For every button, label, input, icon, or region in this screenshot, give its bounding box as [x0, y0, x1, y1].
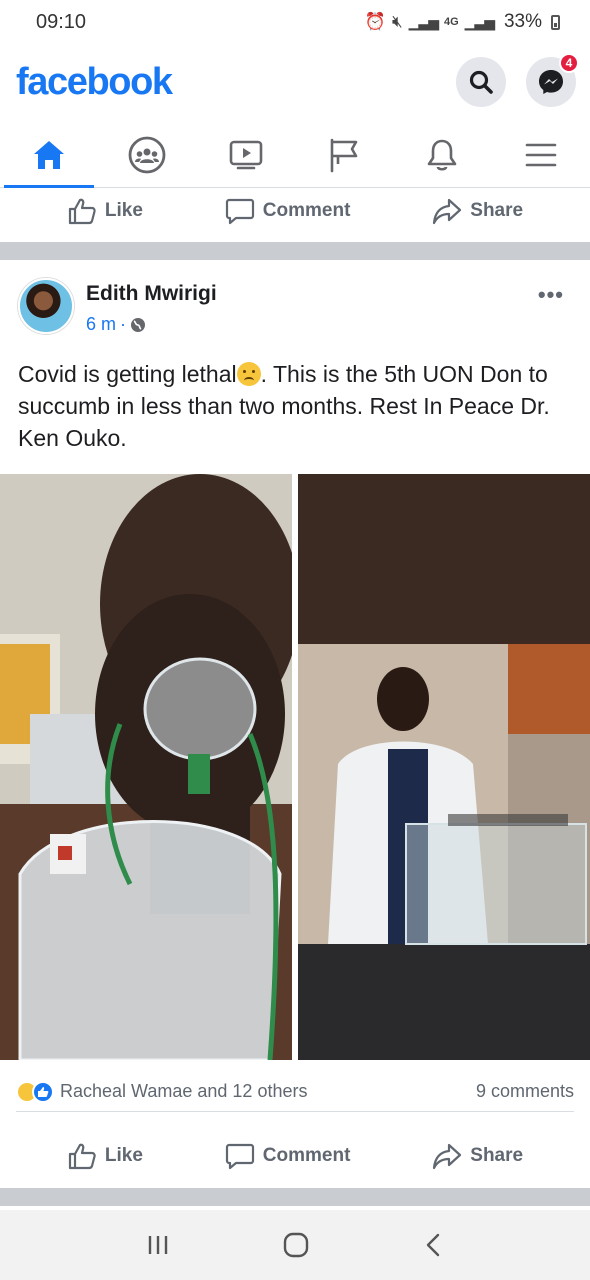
tab-menu[interactable] — [492, 122, 590, 187]
like-label: Like — [104, 1145, 143, 1166]
comment-icon — [225, 1143, 254, 1170]
share-icon — [433, 1143, 462, 1170]
globe-icon — [131, 317, 146, 332]
reactions-summary[interactable]: Racheal Wamae and 12 others — [16, 1080, 308, 1103]
watch-icon — [229, 140, 263, 169]
like-button[interactable]: Like — [67, 196, 143, 226]
tab-home[interactable] — [0, 122, 98, 188]
messenger-badge: 4 — [559, 53, 579, 73]
messenger-button[interactable]: 4 — [526, 53, 579, 107]
post-time[interactable]: 6 m — [86, 314, 116, 335]
like-reaction-icon — [32, 1080, 54, 1103]
signal-icon-2: ▁▃▅ — [464, 13, 495, 30]
comment-button[interactable]: Comment — [225, 1141, 351, 1171]
post-actions: Like Comment Share — [0, 1133, 590, 1179]
comment-icon — [225, 198, 254, 225]
post-header: Edith Mwirigi 6 m · ••• — [18, 278, 572, 340]
photo-podium-illustration — [298, 474, 590, 1060]
notifications-icon — [428, 139, 457, 171]
search-icon — [469, 70, 493, 94]
groups-icon — [129, 136, 166, 173]
messenger-icon — [539, 70, 563, 94]
reaction-icons — [16, 1080, 54, 1103]
battery-level: 33% — [503, 11, 542, 32]
status-bar: 09:10 ⏰ 🔇︎ ▁▃▅ 4G ▁▃▅ 33% — [0, 0, 590, 44]
comment-label: Comment — [262, 1145, 351, 1166]
like-button[interactable]: Like — [67, 1141, 143, 1171]
reactions-text: Racheal Wamae and 12 others — [60, 1081, 308, 1101]
meta-dot: · — [120, 314, 127, 334]
tab-notifications[interactable] — [393, 122, 491, 187]
status-icons: ⏰ 🔇︎ ▁▃▅ 4G ▁▃▅ 33% — [365, 11, 560, 33]
battery-icon — [551, 14, 560, 30]
author-avatar[interactable] — [18, 278, 74, 334]
search-button[interactable] — [456, 57, 506, 107]
tab-pages[interactable] — [295, 122, 393, 187]
share-label: Share — [470, 1145, 524, 1166]
share-icon — [433, 198, 462, 225]
alarm-icon: ⏰ — [364, 12, 386, 31]
mute-icon: 🔇︎ — [391, 12, 403, 31]
menu-icon — [525, 143, 557, 166]
previous-post-actions: Like Comment Share — [0, 188, 590, 234]
home-nav-icon[interactable] — [282, 1231, 310, 1259]
post-meta: 6 m · — [86, 314, 146, 335]
post-photo-podium[interactable] — [298, 474, 590, 1060]
network-type: 4G — [443, 16, 459, 28]
reactions-row: Racheal Wamae and 12 others 9 comments — [16, 1072, 574, 1112]
share-label: Share — [470, 200, 524, 221]
feed-divider — [0, 242, 590, 260]
back-icon[interactable] — [421, 1231, 445, 1259]
like-icon — [68, 1143, 96, 1170]
app-header: facebook 4 — [0, 52, 590, 112]
android-nav-bar — [0, 1210, 590, 1280]
signal-icon: ▁▃▅ — [408, 13, 439, 30]
share-button[interactable]: Share — [432, 196, 523, 226]
share-button[interactable]: Share — [432, 1141, 523, 1171]
author-name[interactable]: Edith Mwirigi — [86, 282, 217, 306]
like-icon — [68, 198, 96, 225]
tab-groups[interactable] — [98, 122, 196, 187]
post-text-part1: Covid is getting lethal — [18, 361, 237, 387]
more-options-icon[interactable]: ••• — [538, 282, 564, 308]
post-text: Covid is getting lethal. This is the 5th… — [18, 358, 574, 454]
nav-tabs — [0, 122, 590, 188]
recent-apps-icon[interactable] — [145, 1233, 171, 1257]
post-photo-hospital[interactable] — [0, 474, 292, 1060]
sad-emoji-icon — [236, 362, 261, 386]
comments-count[interactable]: 9 comments — [476, 1081, 574, 1102]
comment-label: Comment — [262, 200, 351, 221]
comment-button[interactable]: Comment — [225, 196, 351, 226]
facebook-logo: facebook — [16, 60, 173, 103]
home-icon — [34, 140, 65, 169]
photo-hospital-illustration — [0, 474, 292, 1060]
status-time: 09:10 — [36, 10, 87, 33]
feed-divider-bottom — [0, 1188, 590, 1206]
pages-icon — [330, 138, 358, 172]
tab-watch[interactable] — [197, 122, 295, 187]
header-buttons: 4 — [456, 53, 579, 107]
like-label: Like — [104, 200, 143, 221]
